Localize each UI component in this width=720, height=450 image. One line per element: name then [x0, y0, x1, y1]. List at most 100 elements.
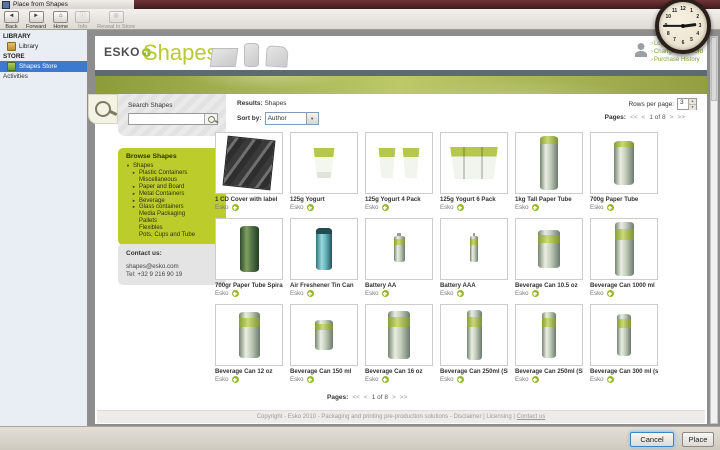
product-name[interactable]: 700gr Paper Tube Spiral Rap: [215, 282, 283, 289]
esko-star-icon[interactable]: [532, 376, 539, 383]
product-thumbnail[interactable]: [440, 304, 508, 366]
product-card[interactable]: Battery AAEsko: [365, 218, 433, 297]
search-input[interactable]: [129, 114, 204, 124]
category-metal-containers[interactable]: ►Metal Containers: [126, 191, 220, 198]
esko-star-icon[interactable]: [607, 376, 614, 383]
last-page-button[interactable]: >>: [677, 114, 685, 121]
author-name[interactable]: Esko: [290, 290, 304, 297]
product-name[interactable]: 125g Yogurt 6 Pack: [440, 196, 508, 203]
product-card[interactable]: 700gr Paper Tube Spiral RapEsko: [215, 218, 283, 297]
toolbar-button-back[interactable]: ◄Back: [4, 11, 19, 30]
category-plastic-containers[interactable]: ►Plastic Containers: [126, 170, 220, 177]
esko-star-icon[interactable]: [232, 290, 239, 297]
product-name[interactable]: 125g Yogurt 4 Pack: [365, 196, 433, 203]
esko-star-icon[interactable]: [232, 204, 239, 211]
product-name[interactable]: Beverage Can 12 oz: [215, 368, 283, 375]
expand-arrow-icon[interactable]: ►: [132, 198, 137, 205]
expand-arrow-icon[interactable]: ►: [132, 191, 137, 198]
esko-star-icon[interactable]: [457, 376, 464, 383]
product-card[interactable]: Beverage Can 10.5 ozEsko: [515, 218, 583, 297]
category-miscellaneous[interactable]: Miscellaneous: [126, 177, 220, 184]
place-button[interactable]: Place: [682, 432, 714, 447]
product-card[interactable]: Beverage Can 300 ml (slim)Esko: [590, 304, 658, 383]
product-thumbnail[interactable]: [440, 132, 508, 194]
esko-star-icon[interactable]: [457, 290, 464, 297]
contact-us-link[interactable]: Contact us: [517, 414, 546, 420]
category-media-packaging[interactable]: Media Packaging: [126, 211, 220, 218]
product-thumbnail[interactable]: [440, 218, 508, 280]
product-thumbnail[interactable]: [215, 304, 283, 366]
product-thumbnail[interactable]: [290, 304, 358, 366]
product-thumbnail[interactable]: [590, 304, 658, 366]
esko-star-icon[interactable]: [532, 290, 539, 297]
spinner-down-icon[interactable]: ▼: [689, 105, 696, 110]
rows-per-page-spinner[interactable]: 3 ▲ ▼: [677, 98, 697, 110]
vertical-scrollbar[interactable]: [710, 36, 718, 424]
product-name[interactable]: Battery AAA: [440, 282, 508, 289]
toolbar-button-home[interactable]: ⌂Home: [53, 11, 68, 30]
chevron-down-icon[interactable]: ▼: [306, 113, 318, 124]
author-name[interactable]: Esko: [215, 204, 229, 211]
contact-email[interactable]: shapes@esko.com: [126, 263, 218, 271]
product-card[interactable]: 1kg Tall Paper TubeEsko: [515, 132, 583, 211]
product-name[interactable]: Beverage Can 16 oz: [365, 368, 433, 375]
expand-arrow-icon[interactable]: ►: [132, 184, 137, 191]
product-name[interactable]: Air Freshener Tin Can: [290, 282, 358, 289]
author-name[interactable]: Esko: [215, 290, 229, 297]
product-card[interactable]: Beverage Can 1000 mlEsko: [590, 218, 658, 297]
product-card[interactable]: Air Freshener Tin CanEsko: [290, 218, 358, 297]
expand-arrow-icon[interactable]: ►: [132, 204, 137, 211]
product-card[interactable]: Beverage Can 150 mlEsko: [290, 304, 358, 383]
product-name[interactable]: Beverage Can 300 ml (slim): [590, 368, 658, 375]
window-title-tab[interactable]: Place from Shapes: [0, 0, 134, 9]
author-name[interactable]: Esko: [515, 290, 529, 297]
product-name[interactable]: Battery AA: [365, 282, 433, 289]
category-beverage[interactable]: ►Beverage: [126, 198, 220, 205]
esko-star-icon[interactable]: [307, 204, 314, 211]
product-card[interactable]: Beverage Can 12 ozEsko: [215, 304, 283, 383]
author-name[interactable]: Esko: [440, 290, 454, 297]
prev-page-button[interactable]: <: [642, 114, 646, 121]
product-name[interactable]: 700g Paper Tube: [590, 196, 658, 203]
author-name[interactable]: Esko: [515, 376, 529, 383]
product-thumbnail[interactable]: [515, 304, 583, 366]
product-thumbnail[interactable]: [515, 218, 583, 280]
first-page-button[interactable]: <<: [352, 394, 360, 401]
product-name[interactable]: Beverage Can 1000 ml: [590, 282, 658, 289]
product-thumbnail[interactable]: [590, 218, 658, 280]
esko-star-icon[interactable]: [457, 204, 464, 211]
author-name[interactable]: Esko: [365, 204, 379, 211]
author-name[interactable]: Esko: [590, 376, 604, 383]
product-name[interactable]: Beverage Can 150 ml: [290, 368, 358, 375]
account-link-purchase-history[interactable]: ›Purchase History: [651, 57, 703, 64]
next-page-button[interactable]: >: [670, 114, 674, 121]
author-name[interactable]: Esko: [590, 290, 604, 297]
author-name[interactable]: Esko: [440, 204, 454, 211]
category-glass-containers[interactable]: ►Glass containers: [126, 204, 220, 211]
author-name[interactable]: Esko: [290, 204, 304, 211]
category-pallets[interactable]: Pallets: [126, 218, 220, 225]
product-thumbnail[interactable]: [215, 218, 283, 280]
toolbar-button-reveal-in-store[interactable]: ◎Reveal In Store: [97, 11, 135, 30]
expand-arrow-icon[interactable]: ►: [132, 170, 137, 177]
sort-select[interactable]: Author ▼: [265, 112, 319, 125]
toolbar-button-forward[interactable]: ►Forward: [26, 11, 46, 30]
product-thumbnail[interactable]: [215, 132, 283, 194]
author-name[interactable]: Esko: [365, 376, 379, 383]
product-card[interactable]: 1 CD Cover with labelEsko: [215, 132, 283, 211]
author-name[interactable]: Esko: [515, 204, 529, 211]
product-thumbnail[interactable]: [365, 132, 433, 194]
esko-star-icon[interactable]: [307, 376, 314, 383]
esko-star-icon[interactable]: [382, 290, 389, 297]
author-name[interactable]: Esko: [365, 290, 379, 297]
product-thumbnail[interactable]: [290, 218, 358, 280]
product-thumbnail[interactable]: [515, 132, 583, 194]
search-submit-button[interactable]: [204, 114, 217, 124]
category-flexibles[interactable]: Flexibles: [126, 225, 220, 232]
product-card[interactable]: 700g Paper TubeEsko: [590, 132, 658, 211]
product-name[interactable]: Beverage Can 250ml (Sleek): [440, 368, 508, 375]
product-name[interactable]: 1kg Tall Paper Tube: [515, 196, 583, 203]
toolbar-button-info[interactable]: ⓘInfo: [75, 11, 90, 30]
next-page-button[interactable]: >: [392, 394, 396, 401]
category-paper-and-board[interactable]: ►Paper and Board: [126, 184, 220, 191]
